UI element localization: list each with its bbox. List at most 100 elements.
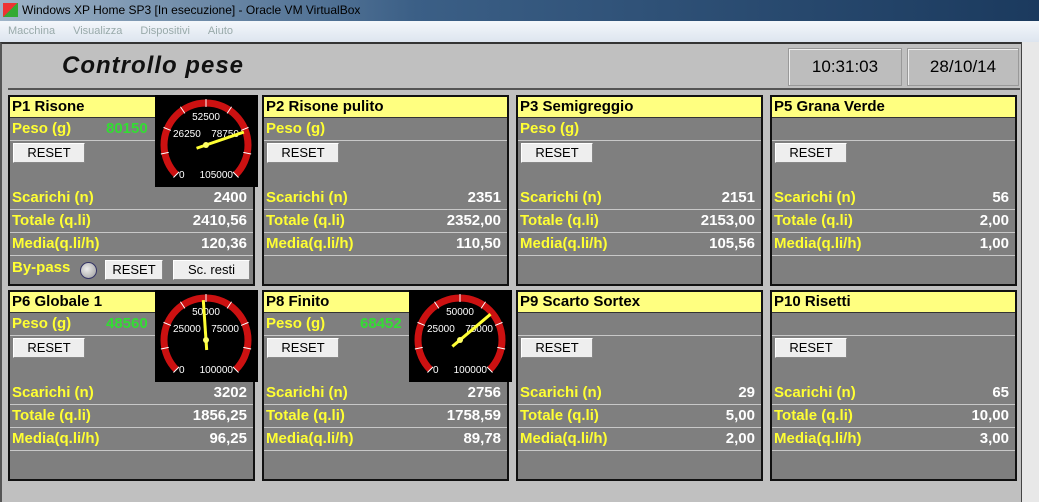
totale-value: 5,00	[725, 407, 755, 424]
totale-row: Totale (q.li) 1856,25	[10, 405, 253, 428]
scarichi-label: Scarichi (n)	[266, 384, 348, 401]
weight-gauge: 0 25000 50000 75000 100000	[155, 290, 258, 382]
panel-title: P5 Grana Verde	[772, 97, 1015, 118]
window-title: Windows XP Home SP3 [In esecuzione] - Or…	[22, 3, 361, 17]
reset-button[interactable]: RESET	[521, 143, 593, 163]
bypass-label: By-pass	[12, 259, 71, 276]
totale-value: 2352,00	[446, 212, 501, 229]
scale-panel: P10 Risetti Peso (g) RESET Scarichi (n) 6…	[770, 290, 1017, 481]
scarichi-value: 29	[738, 384, 755, 401]
totale-label: Totale (q.li)	[520, 407, 599, 424]
app-title: Controllo pese	[62, 52, 245, 79]
scarichi-row: Scarichi (n) 2151	[518, 187, 761, 210]
scarichi-value: 56	[992, 189, 1009, 206]
window-titlebar: Windows XP Home SP3 [In esecuzione] - Or…	[0, 0, 1039, 21]
header-divider	[8, 88, 1020, 90]
totale-row: Totale (q.li) 2153,00	[518, 210, 761, 233]
bypass-radio[interactable]	[80, 262, 97, 279]
scale-panel: P8 Finito Peso (g) 68452 RESET Scarichi (…	[262, 290, 512, 481]
gauge-tick-label: 0	[179, 365, 185, 376]
menu-aiuto[interactable]: Aiuto	[208, 25, 233, 37]
media-label: Media(q.li/h)	[520, 430, 608, 447]
menu-dispositivi[interactable]: Dispositivi	[140, 25, 190, 37]
peso-value: 80150	[106, 120, 148, 137]
media-row: Media(q.li/h) 1,00	[772, 233, 1015, 256]
gauge-tick-label: 50000	[192, 307, 220, 318]
bypass-reset-button[interactable]: RESET	[105, 260, 163, 280]
peso-row: Peso (g)	[772, 313, 1015, 336]
totale-row: Totale (q.li) 5,00	[518, 405, 761, 428]
totale-row: Totale (q.li) 2410,56	[10, 210, 253, 233]
media-row: Media(q.li/h) 120,36	[10, 233, 253, 256]
gauge-tick-label: 100000	[200, 365, 234, 376]
media-row: Media(q.li/h) 3,00	[772, 428, 1015, 451]
media-label: Media(q.li/h)	[774, 430, 862, 447]
reset-button[interactable]: RESET	[775, 143, 847, 163]
scarichi-row: Scarichi (n) 2351	[264, 187, 507, 210]
scale-panel: P1 Risone Peso (g) 80150 RESET Scarichi (…	[8, 95, 258, 286]
gauge-tick-label: 0	[179, 170, 185, 181]
totale-value: 2,00	[979, 212, 1009, 229]
scarichi-value: 65	[992, 384, 1009, 401]
scarichi-row: Scarichi (n) 56	[772, 187, 1015, 210]
totale-label: Totale (q.li)	[12, 407, 91, 424]
reset-button[interactable]: RESET	[13, 143, 85, 163]
gauge-tick-label: 25000	[427, 324, 455, 335]
media-value: 89,78	[463, 430, 501, 447]
totale-row: Totale (q.li) 2352,00	[264, 210, 507, 233]
menu-bar: Macchina Visualizza Dispositivi Aiuto	[0, 21, 1039, 42]
scarichi-value: 2151	[721, 189, 755, 206]
panel-title: P3 Semigreggio	[518, 97, 761, 118]
media-value: 110,50	[455, 235, 501, 252]
reset-button[interactable]: RESET	[521, 338, 593, 358]
totale-row: Totale (q.li) 10,00	[772, 405, 1015, 428]
media-row: Media(q.li/h) 105,56	[518, 233, 761, 256]
gauge-hub	[457, 337, 463, 343]
media-value: 120,36	[201, 235, 247, 252]
media-label: Media(q.li/h)	[520, 235, 608, 252]
media-value: 2,00	[725, 430, 755, 447]
gauge-tick-label: 75000	[211, 324, 239, 335]
media-value: 96,25	[209, 430, 247, 447]
totale-label: Totale (q.li)	[774, 212, 853, 229]
reset-button[interactable]: RESET	[267, 338, 339, 358]
sc-resti-button[interactable]: Sc. resti	[173, 260, 250, 280]
peso-row: Peso (g)	[518, 313, 761, 336]
totale-value: 1758,59	[446, 407, 501, 424]
media-value: 3,00	[979, 430, 1009, 447]
gauge-tick-label: 52500	[192, 112, 220, 123]
media-label: Media(q.li/h)	[266, 430, 354, 447]
gauge-dial: 0250005000075000100000	[414, 294, 506, 376]
weight-gauge: 0 26250 52500 78750 105000	[155, 95, 258, 187]
peso-row: Peso (g)	[264, 118, 507, 141]
peso-row	[772, 118, 1015, 141]
scrollbar[interactable]	[1021, 42, 1039, 502]
totale-label: Totale (q.li)	[266, 407, 345, 424]
scarichi-row: Scarichi (n) 3202	[10, 382, 253, 405]
reset-button[interactable]: RESET	[775, 338, 847, 358]
scale-panel: P9 Scarto Sortex Peso (g) RESET Scarichi…	[516, 290, 763, 481]
media-label: Media(q.li/h)	[12, 235, 100, 252]
media-row: Media(q.li/h) 110,50	[264, 233, 507, 256]
reset-button[interactable]: RESET	[267, 143, 339, 163]
reset-button[interactable]: RESET	[13, 338, 85, 358]
scarichi-value: 2400	[213, 189, 247, 206]
menu-visualizza[interactable]: Visualizza	[73, 25, 122, 37]
totale-value: 2410,56	[192, 212, 247, 229]
menu-macchina[interactable]: Macchina	[8, 25, 55, 37]
totale-row: Totale (q.li) 2,00	[772, 210, 1015, 233]
scale-panel: P6 Globale 1 Peso (g) 48560 RESET Scarich…	[8, 290, 258, 481]
peso-label: Peso (g)	[12, 120, 72, 137]
media-row: Media(q.li/h) 96,25	[10, 428, 253, 451]
media-label: Media(q.li/h)	[774, 235, 862, 252]
scarichi-label: Scarichi (n)	[12, 189, 94, 206]
gauge-hub	[203, 337, 209, 343]
virtualbox-icon	[3, 3, 18, 17]
gauge-tick-label: 25000	[173, 324, 201, 335]
peso-row: Peso (g)	[518, 118, 761, 141]
gauge-dial: 0 25000 50000 75000 100000	[160, 294, 252, 376]
media-row: Media(q.li/h) 89,78	[264, 428, 507, 451]
scarichi-row: Scarichi (n) 65	[772, 382, 1015, 405]
peso-label: Peso (g)	[520, 120, 580, 137]
gauge-tick-label: 100000	[454, 365, 488, 376]
